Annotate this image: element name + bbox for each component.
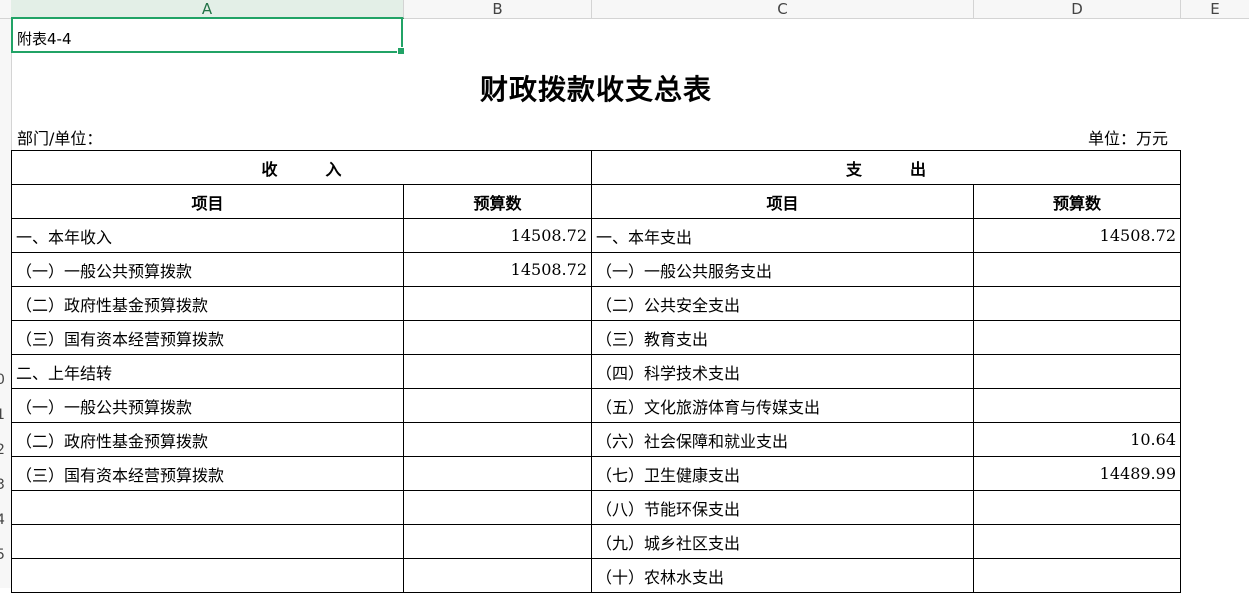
table-row: （八）节能环保支出 <box>11 490 1181 525</box>
table-row: （九）城乡社区支出 <box>11 524 1181 559</box>
income-item-cell[interactable] <box>11 490 404 525</box>
income-item-cell[interactable]: （三）国有资本经营预算拨款 <box>11 456 404 491</box>
table-row: （三）国有资本经营预算拨款 （七）卫生健康支出 14489.99 <box>11 456 1181 491</box>
expenditure-item-cell[interactable]: 一、本年支出 <box>591 218 974 253</box>
expenditure-value-cell[interactable] <box>973 524 1181 559</box>
budget-table: 收 入 支 出 项目 预算数 项目 预算数 一、本年收入 14508.72 一、… <box>11 150 1181 593</box>
expenditure-item-cell[interactable]: （九）城乡社区支出 <box>591 524 974 559</box>
expenditure-value-cell[interactable] <box>973 286 1181 321</box>
table-row: （二）政府性基金预算拨款 （二）公共安全支出 <box>11 286 1181 321</box>
income-value-cell[interactable]: 14508.72 <box>403 252 592 287</box>
column-header-c[interactable]: C <box>592 0 974 18</box>
income-value-cell[interactable] <box>403 320 592 355</box>
expenditure-item-cell[interactable]: （三）教育支出 <box>591 320 974 355</box>
income-budget-header[interactable]: 预算数 <box>403 184 592 219</box>
income-item-cell[interactable]: （三）国有资本经营预算拨款 <box>11 320 404 355</box>
income-item-cell[interactable]: 一、本年收入 <box>11 218 404 253</box>
department-label: 部门/单位： <box>17 129 103 148</box>
income-value-cell[interactable]: 14508.72 <box>403 218 592 253</box>
expenditure-item-cell[interactable]: （一）一般公共服务支出 <box>591 252 974 287</box>
expenditure-value-cell[interactable] <box>973 354 1181 389</box>
income-item-cell[interactable] <box>11 558 404 593</box>
income-value-cell[interactable] <box>403 490 592 525</box>
expenditure-value-cell[interactable]: 14489.99 <box>973 456 1181 491</box>
income-value-cell[interactable] <box>403 558 592 593</box>
table-row: 一、本年收入 14508.72 一、本年支出 14508.72 <box>11 218 1181 253</box>
expenditure-value-cell[interactable]: 10.64 <box>973 422 1181 457</box>
expenditure-item-header[interactable]: 项目 <box>591 184 974 219</box>
table-row: 二、上年结转 （四）科学技术支出 <box>11 354 1181 389</box>
expenditure-item-cell[interactable]: （七）卫生健康支出 <box>591 456 974 491</box>
expenditure-item-cell[interactable]: （五）文化旅游体育与传媒支出 <box>591 388 974 423</box>
income-item-cell[interactable]: （二）政府性基金预算拨款 <box>11 286 404 321</box>
expenditure-item-cell[interactable]: （十）农林水支出 <box>591 558 974 593</box>
sheet-title: 财政拨款收支总表 <box>479 73 712 106</box>
expenditure-item-cell[interactable]: （二）公共安全支出 <box>591 286 974 321</box>
expenditure-value-cell[interactable] <box>973 558 1181 593</box>
income-item-header[interactable]: 项目 <box>11 184 404 219</box>
income-value-cell[interactable] <box>403 456 592 491</box>
table-row: （十）农林水支出 <box>11 558 1181 593</box>
income-item-cell[interactable]: （一）一般公共预算拨款 <box>11 252 404 287</box>
selected-cell-outline <box>11 17 405 55</box>
income-value-cell[interactable] <box>403 422 592 457</box>
row-header[interactable]: 1 <box>0 398 10 432</box>
expenditure-item-cell[interactable]: （六）社会保障和就业支出 <box>591 422 974 457</box>
income-value-cell[interactable] <box>403 524 592 559</box>
income-section-header[interactable]: 收 入 <box>11 150 592 185</box>
expenditure-value-cell[interactable] <box>973 490 1181 525</box>
expenditure-section-header[interactable]: 支 出 <box>591 150 1181 185</box>
table-row: （三）国有资本经营预算拨款 （三）教育支出 <box>11 320 1181 355</box>
expenditure-value-cell[interactable]: 14508.72 <box>973 218 1181 253</box>
row-header[interactable]: 3 <box>0 468 10 502</box>
income-item-cell[interactable] <box>11 524 404 559</box>
expenditure-value-cell[interactable] <box>973 252 1181 287</box>
table-row: （一）一般公共预算拨款 14508.72 （一）一般公共服务支出 <box>11 252 1181 287</box>
column-header-e[interactable]: E <box>1181 0 1249 18</box>
table-row: （一）一般公共预算拨款 （五）文化旅游体育与传媒支出 <box>11 388 1181 423</box>
row-header[interactable]: 0 <box>0 363 10 397</box>
column-header-d[interactable]: D <box>974 0 1181 18</box>
expenditure-value-cell[interactable] <box>973 388 1181 423</box>
income-value-cell[interactable] <box>403 354 592 389</box>
income-item-cell[interactable]: （一）一般公共预算拨款 <box>11 388 404 423</box>
expenditure-budget-header[interactable]: 预算数 <box>973 184 1181 219</box>
row-header[interactable]: 4 <box>0 503 10 537</box>
unit-label: 单位：万元 <box>1088 129 1169 148</box>
expenditure-item-cell[interactable]: （八）节能环保支出 <box>591 490 974 525</box>
income-item-cell[interactable]: 二、上年结转 <box>11 354 404 389</box>
row-header[interactable]: 2 <box>0 433 10 467</box>
income-item-cell[interactable]: （二）政府性基金预算拨款 <box>11 422 404 457</box>
row-header[interactable]: 5 <box>0 538 10 572</box>
column-header-b[interactable]: B <box>404 0 592 18</box>
income-value-cell[interactable] <box>403 388 592 423</box>
income-value-cell[interactable] <box>403 286 592 321</box>
expenditure-value-cell[interactable] <box>973 320 1181 355</box>
table-row: （二）政府性基金预算拨款 （六）社会保障和就业支出 10.64 <box>11 422 1181 457</box>
fill-handle[interactable] <box>397 47 405 55</box>
expenditure-item-cell[interactable]: （四）科学技术支出 <box>591 354 974 389</box>
